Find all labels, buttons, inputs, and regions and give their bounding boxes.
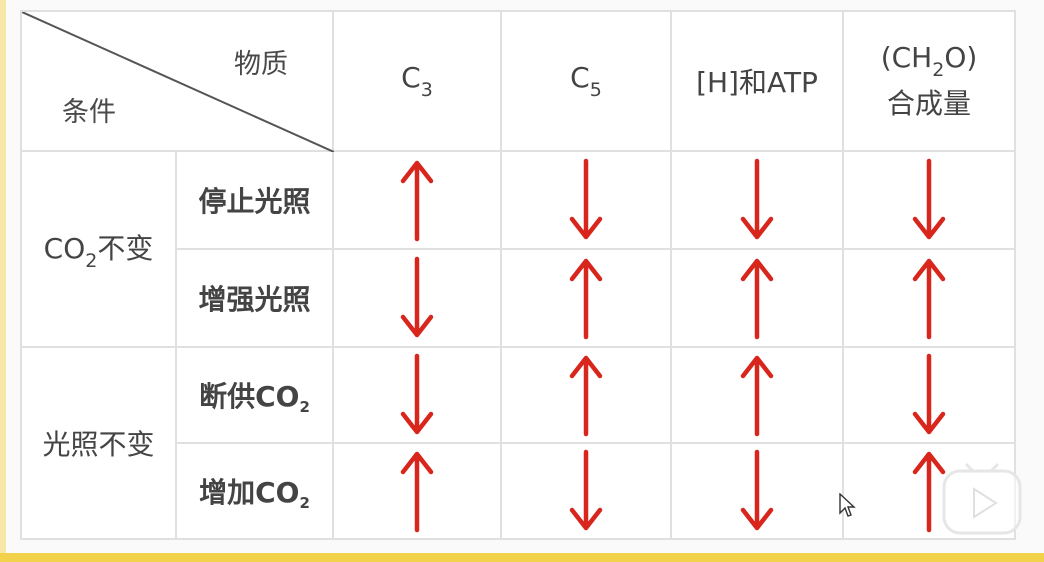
arrow-down-icon [569,449,603,531]
bottom-progress-strip [0,553,1044,562]
arrow-cell [332,442,502,540]
col-header-c5: C5 [500,10,672,152]
arrow-down-icon [400,353,434,435]
row-label-add-co2: 增加CO2 [175,442,334,540]
left-edge-strip [0,0,6,562]
arrow-cell [500,442,672,540]
play-button-icon[interactable] [940,461,1024,537]
col-header-ch2o: (CH2O) 合成量 [842,10,1016,152]
condition-label: 条件 [62,97,116,128]
arrow-cell [670,150,844,250]
arrow-up-icon [569,355,603,437]
arrow-cell [500,150,672,250]
col-header-h-atp: [H]和ATP [670,10,844,152]
arrow-up-icon [400,451,434,533]
group-light-constant: 光照不变 [20,346,177,540]
mouse-cursor-icon [839,493,856,517]
diagonal-header-cell: 物质 条件 [20,10,334,152]
arrow-down-icon [740,158,774,240]
arrow-down-icon [740,449,774,531]
col-header-c3: C3 [332,10,502,152]
arrow-cell [332,248,502,348]
row-label-increase-light: 增强光照 [175,248,334,348]
group-co2-constant: CO2不变 [20,150,177,348]
arrow-cell [332,150,502,250]
arrow-cell [500,346,672,444]
video-frame: 物质 条件 C3 C5 [H]和ATP (CH2O) 合成量 CO2不变 停止光… [0,0,1044,562]
arrow-cell [842,150,1016,250]
light-reaction-table: 物质 条件 C3 C5 [H]和ATP (CH2O) 合成量 CO2不变 停止光… [20,10,1016,540]
arrow-down-icon [912,158,946,240]
row-label-cut-co2: 断供CO2 [175,346,334,444]
arrow-cell [500,248,672,348]
arrow-cell [670,442,844,540]
arrow-cell [842,346,1016,444]
arrow-cell [670,346,844,444]
diagonal-line [22,12,334,152]
row-label-stop-light: 停止光照 [175,150,334,250]
arrow-up-icon [912,258,946,340]
material-label: 物质 [234,49,288,80]
arrow-cell [842,248,1016,348]
arrow-up-icon [740,355,774,437]
arrow-cell [670,248,844,348]
arrow-up-icon [569,258,603,340]
arrow-down-icon [400,256,434,338]
arrow-down-icon [912,353,946,435]
arrow-up-icon [740,258,774,340]
arrow-down-icon [569,158,603,240]
arrow-cell [332,346,502,444]
arrow-up-icon [400,160,434,242]
